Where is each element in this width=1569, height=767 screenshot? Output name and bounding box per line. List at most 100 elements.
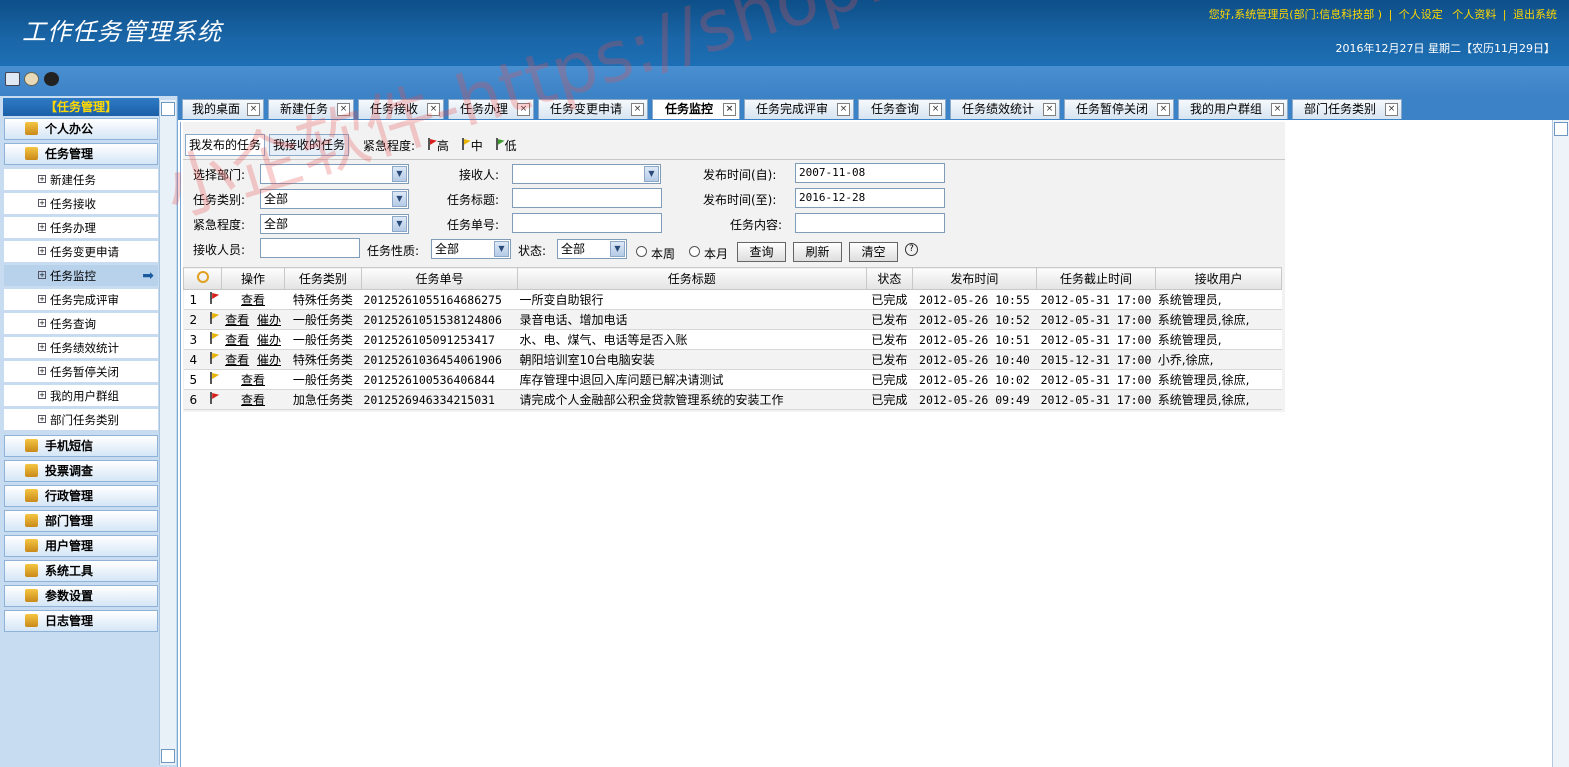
sidebar-group-label: 任务管理 [45, 147, 94, 161]
close-icon[interactable]: × [517, 103, 530, 116]
monitor-icon[interactable] [5, 72, 20, 86]
this-month-radio[interactable] [689, 246, 700, 257]
main-area: 我的桌面 × 新建任务 × 任务接收 × 任务办理 × 任务变更申请 × 任务监控 × 任务完成评审 × 任… [178, 96, 1569, 767]
task-receivers: 系统管理员,徐庶, [1155, 309, 1282, 330]
sidebar-scroll-top[interactable] [161, 102, 175, 116]
table-row: 5 查看 一般任务类 2012526100536406844 库存管理中退回入库问题已解… [183, 369, 1282, 390]
sidebar-item-4[interactable]: + 任务监控 ➡ [4, 265, 158, 287]
expand-icon: + [38, 271, 46, 279]
type-select[interactable]: 全部 ▼ [260, 189, 409, 209]
nature-select[interactable]: 全部 ▼ [431, 239, 511, 259]
penguin-icon[interactable] [44, 72, 59, 86]
view-link[interactable]: 查看 [225, 313, 249, 327]
grid-column-header-0[interactable] [182, 267, 223, 290]
tab-2[interactable]: 任务接收 × [358, 99, 444, 119]
sidebar-item-6[interactable]: + 任务查询 [4, 313, 158, 335]
this-week-radio[interactable] [636, 246, 647, 257]
sidebar-item-3[interactable]: + 任务变更申请 [4, 241, 158, 263]
close-icon[interactable]: × [1271, 103, 1284, 116]
tab-4[interactable]: 任务变更申请 × [538, 99, 648, 119]
main-scrollbar[interactable] [1552, 120, 1569, 767]
sidebar-item-7[interactable]: + 任务绩效统计 [4, 337, 158, 359]
sidebar-group-groups_bottom5[interactable]: 系统工具 [4, 560, 158, 582]
urge-link[interactable]: 催办 [257, 353, 281, 367]
refresh-button[interactable]: 刷新 [793, 242, 842, 262]
clear-button[interactable]: 清空 [849, 242, 898, 262]
close-icon[interactable]: × [1385, 103, 1398, 116]
sidebar-scrollbar[interactable] [159, 100, 176, 765]
dept-select[interactable]: ▼ [260, 164, 409, 184]
urge-link[interactable]: 催办 [257, 333, 281, 347]
status-select[interactable]: 全部 ▼ [557, 239, 627, 259]
tools-icon[interactable] [24, 72, 39, 86]
close-icon[interactable]: × [723, 103, 736, 116]
table-row: 1 查看 特殊任务类 20125261055164686275 一所变自助银行 已完成 20… [183, 289, 1282, 310]
sidebar-item-label: 任务绩效统计 [50, 341, 119, 355]
profile-link[interactable]: 个人资料 [1452, 8, 1496, 21]
sidebar-item-1[interactable]: + 任务接收 [4, 193, 158, 215]
pencil-icon [25, 122, 38, 135]
yellow-flag-icon [209, 352, 219, 364]
settings-link[interactable]: 个人设定 [1399, 8, 1443, 21]
sidebar-group-groups_bottom6[interactable]: 参数设置 [4, 585, 158, 607]
tab-11[interactable]: 部门任务类别 × [1292, 99, 1402, 119]
sidebar-item-8[interactable]: + 任务暂停关闭 [4, 361, 158, 383]
close-icon[interactable]: × [1043, 103, 1056, 116]
tab-7[interactable]: 任务查询 × [858, 99, 946, 119]
pub-from-input[interactable]: 2007-11-08 [795, 163, 945, 183]
tab-3[interactable]: 任务办理 × [448, 99, 534, 119]
close-icon[interactable]: × [929, 103, 942, 116]
sidebar-group-groups_bottom7[interactable]: 日志管理 [4, 610, 158, 632]
receiver-select[interactable]: ▼ [512, 164, 661, 184]
tab-6[interactable]: 任务完成评审 × [744, 99, 854, 119]
view-link[interactable]: 查看 [225, 333, 249, 347]
pub-to-input[interactable]: 2016-12-28 [795, 188, 945, 208]
urgency-select[interactable]: 全部 ▼ [260, 214, 409, 234]
sidebar-item-2[interactable]: + 任务办理 [4, 217, 158, 239]
expand-icon: + [38, 391, 46, 399]
close-icon[interactable]: × [837, 103, 850, 116]
sidebar-group-groups_bottom3[interactable]: 部门管理 [4, 510, 158, 532]
close-icon[interactable]: × [247, 103, 260, 116]
tab-received-tasks[interactable]: 我接收的任务 [269, 134, 350, 156]
receivers-input[interactable] [260, 238, 360, 258]
view-link[interactable]: 查看 [241, 293, 265, 307]
help-icon[interactable]: ? [905, 243, 918, 256]
tab-0[interactable]: 我的桌面 × [182, 99, 264, 119]
sidebar-group-groups_top0[interactable]: 个人办公 [4, 118, 158, 140]
sidebar-group-groups_top1[interactable]: 任务管理 [4, 143, 158, 165]
tab-5[interactable]: 任务监控 × [652, 99, 740, 119]
refresh-icon[interactable] [196, 271, 209, 283]
main-scroll-top[interactable] [1554, 122, 1568, 136]
tab-published-tasks[interactable]: 我发布的任务 [185, 134, 266, 156]
close-icon[interactable]: × [631, 103, 644, 116]
close-icon[interactable]: × [427, 103, 440, 116]
sidebar-item-5[interactable]: + 任务完成评审 [4, 289, 158, 311]
sidebar-item-9[interactable]: + 我的用户群组 [4, 385, 158, 407]
view-link[interactable]: 查看 [241, 373, 265, 387]
close-icon[interactable]: × [1157, 103, 1170, 116]
title-input[interactable] [512, 188, 662, 208]
content-input[interactable] [795, 213, 945, 233]
tab-9[interactable]: 任务暂停关闭 × [1064, 99, 1174, 119]
sidebar-scroll-bottom[interactable] [161, 749, 175, 763]
urge-link[interactable]: 催办 [257, 313, 281, 327]
sidebar-group-groups_bottom4[interactable]: 用户管理 [4, 535, 158, 557]
view-link[interactable]: 查看 [225, 353, 249, 367]
logout-link[interactable]: 退出系统 [1513, 8, 1557, 21]
number-input[interactable] [512, 213, 662, 233]
query-button[interactable]: 查询 [737, 242, 786, 262]
sidebar-item-0[interactable]: + 新建任务 [4, 169, 158, 191]
nature-select-value: 全部 [435, 242, 460, 256]
sidebar-item-10[interactable]: + 部门任务类别 [4, 409, 158, 431]
close-icon[interactable]: × [337, 103, 350, 116]
table-row: 4 查看 催办 特殊任务类 20125261036454061906 朝阳培训室10台电… [183, 349, 1282, 370]
sidebar-group-groups_bottom2[interactable]: 行政管理 [4, 485, 158, 507]
view-link[interactable]: 查看 [241, 393, 265, 407]
sidebar-group-groups_bottom1[interactable]: 投票调查 [4, 460, 158, 482]
row-number: 3 [189, 333, 198, 347]
tab-8[interactable]: 任务绩效统计 × [950, 99, 1060, 119]
tab-1[interactable]: 新建任务 × [268, 99, 354, 119]
tab-10[interactable]: 我的用户群组 × [1178, 99, 1288, 119]
sidebar-group-groups_bottom0[interactable]: 手机短信 [4, 435, 158, 457]
